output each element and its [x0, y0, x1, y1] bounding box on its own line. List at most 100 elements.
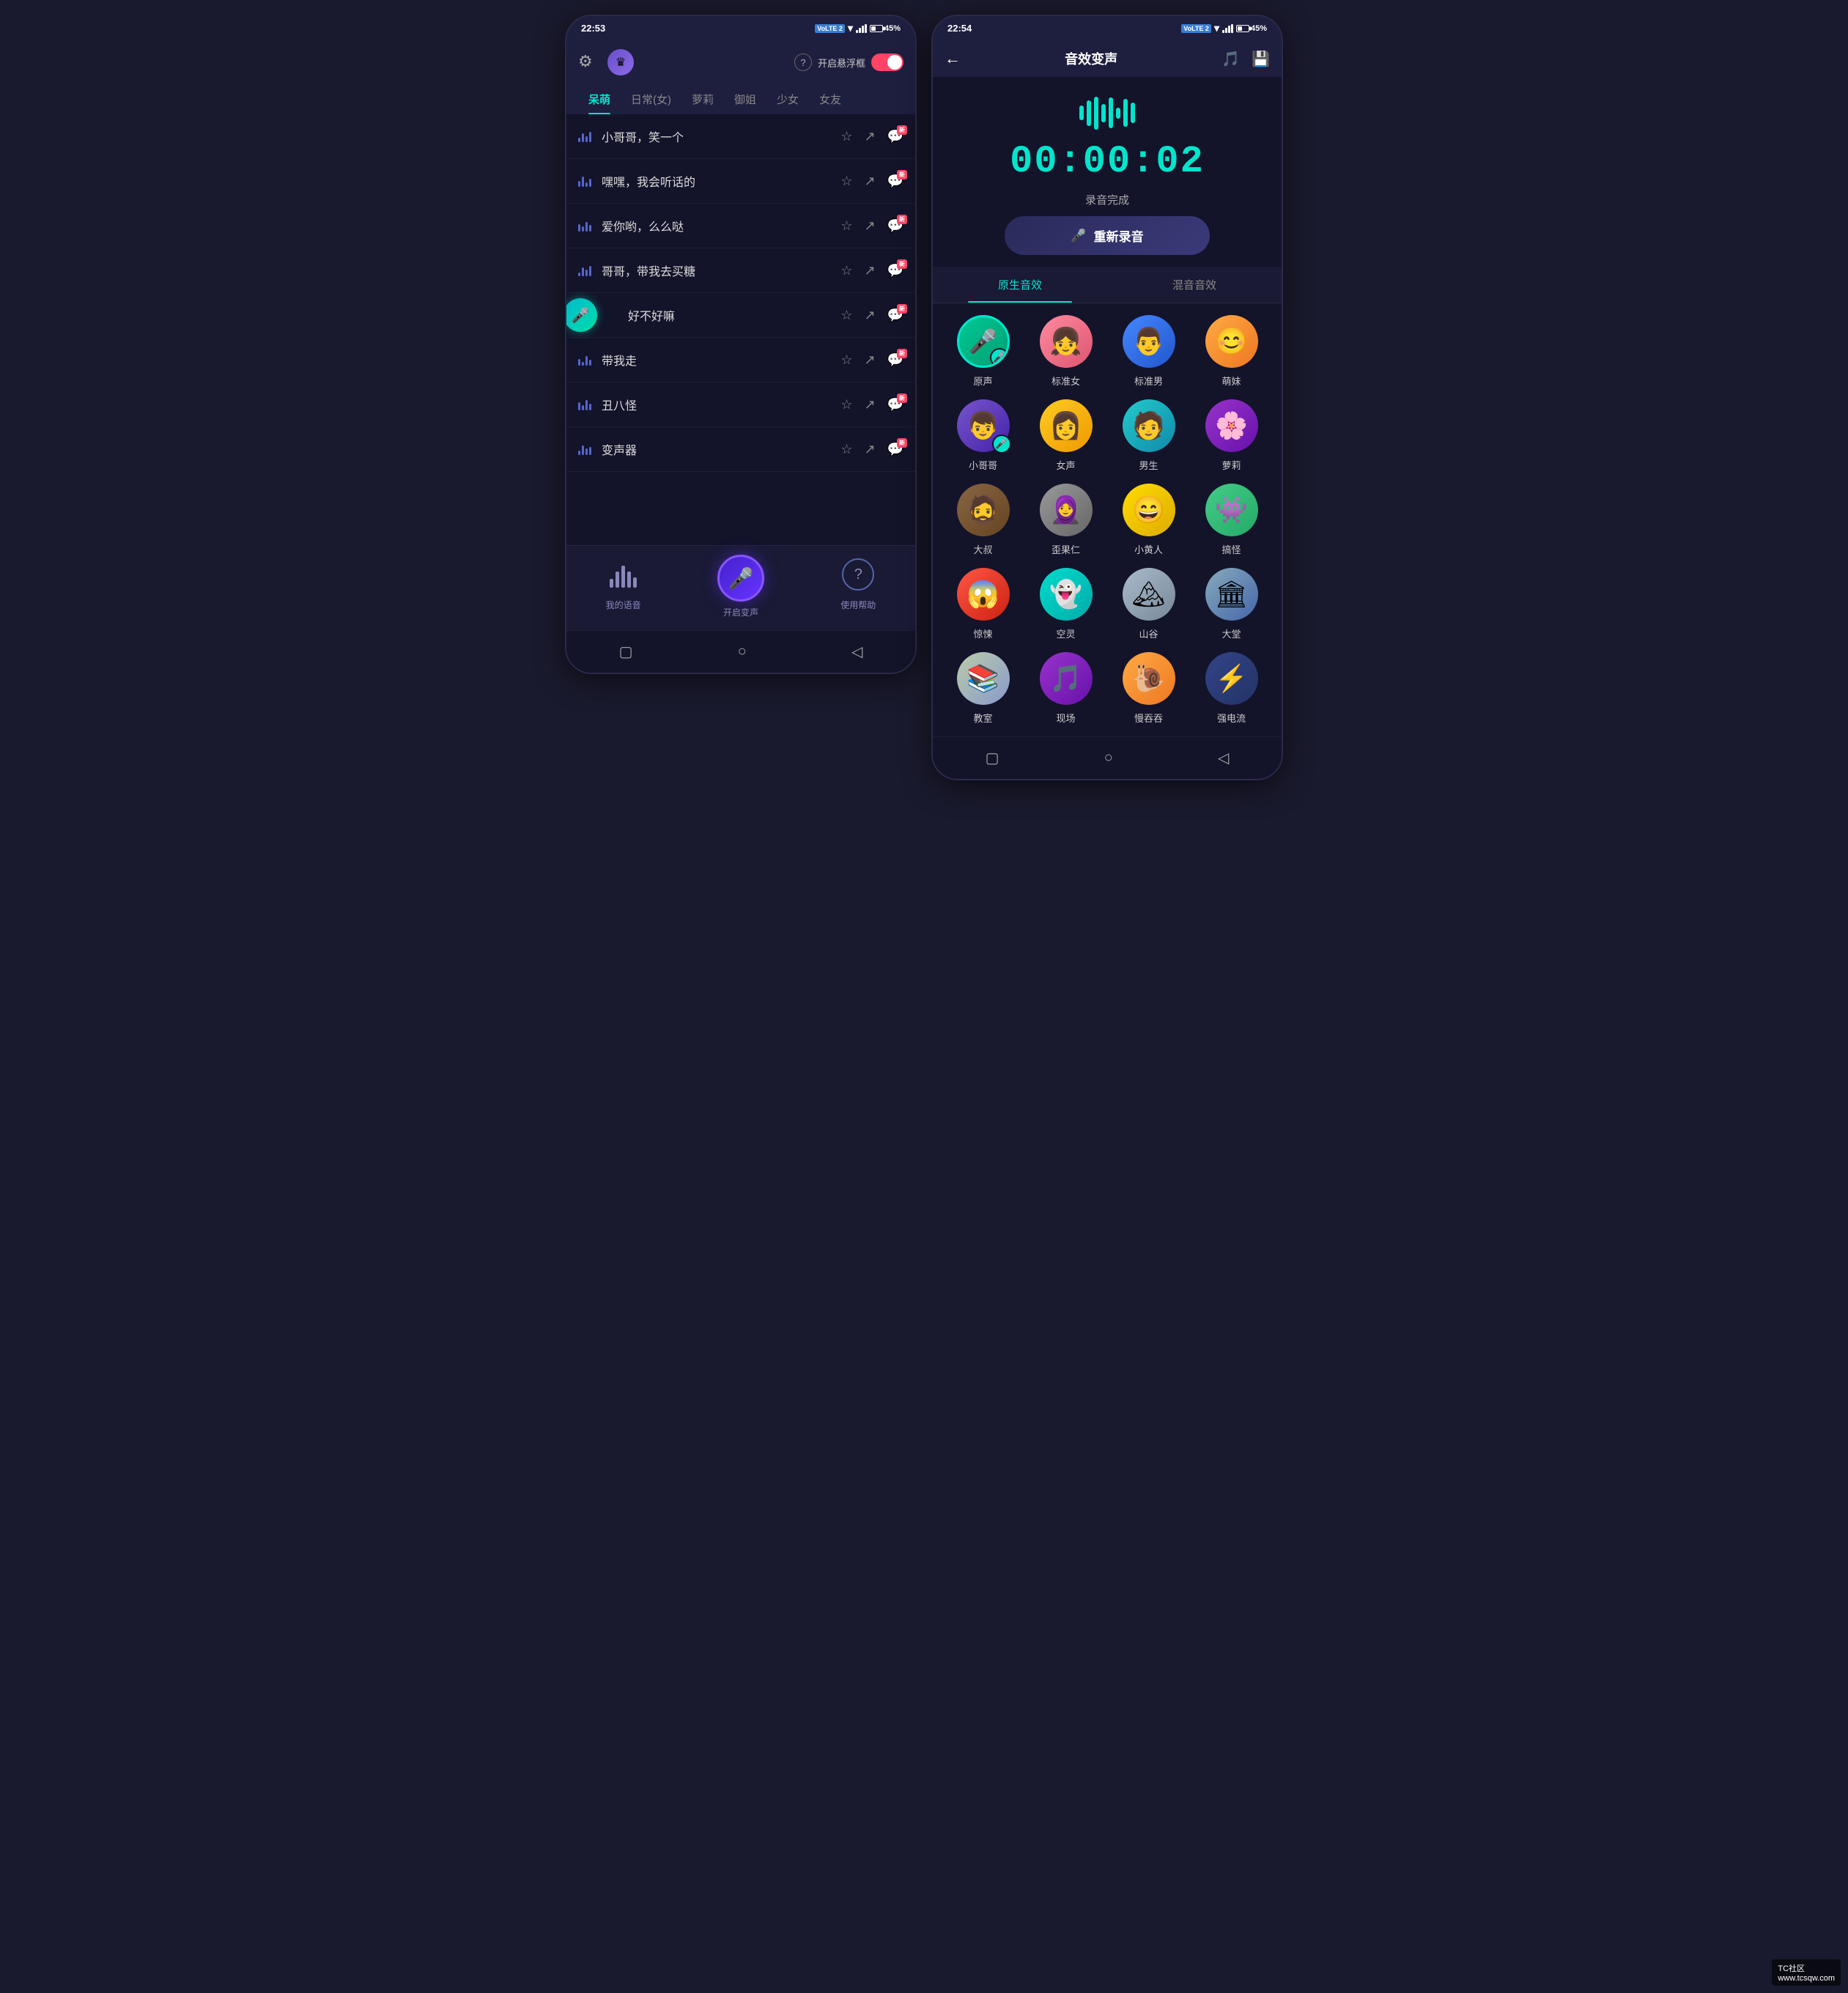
right-nav-back[interactable]: ◁: [1203, 746, 1243, 770]
share-icon-6[interactable]: ↗: [864, 397, 875, 413]
chat-wrap-1[interactable]: 💬 新: [887, 174, 903, 189]
effect-kongling[interactable]: 👻 空灵: [1027, 568, 1104, 640]
new-badge-7: 新: [897, 438, 907, 448]
share-icon-0[interactable]: ↗: [864, 129, 875, 144]
effect-qiangdianliu[interactable]: ⚡ 强电流: [1193, 652, 1270, 725]
nav-start-change[interactable]: 🎤 开启变声: [717, 555, 764, 618]
tab-mixed-effect[interactable]: 混音音效: [1107, 267, 1282, 303]
effect-xiaogege[interactable]: 👦 🎤 小哥哥: [945, 399, 1021, 472]
star-icon-0[interactable]: ☆: [840, 129, 852, 144]
chat-wrap-7[interactable]: 💬 新: [887, 442, 903, 457]
share-icon-3[interactable]: ↗: [864, 263, 875, 278]
selected-mic-ring: 🎤: [990, 348, 1009, 367]
nav-circle[interactable]: ○: [723, 640, 761, 663]
new-badge-2: 新: [897, 215, 907, 224]
star-icon-6[interactable]: ☆: [840, 397, 852, 413]
effect-yuansheng[interactable]: 🎤 🎤 原声: [945, 315, 1021, 388]
voice-item-1[interactable]: 嘿嘿，我会听话的 ☆ ↗ 💬 新: [566, 159, 915, 204]
re-record-button[interactable]: 🎤 重新录音: [1005, 216, 1210, 255]
back-button[interactable]: ←: [945, 49, 961, 68]
effect-mengmei[interactable]: 😊 萌妹: [1193, 315, 1270, 388]
chat-wrap-5[interactable]: 💬 新: [887, 352, 903, 368]
voice-item-3[interactable]: 哥哥，带我去买糖 ☆ ↗ 💬 新: [566, 248, 915, 293]
effect-label-qiangdianliu: 强电流: [1217, 711, 1246, 725]
effect-label-xianchang: 现场: [1056, 711, 1075, 725]
share-icon-4[interactable]: ↗: [864, 308, 875, 323]
effect-nvsheng[interactable]: 👩 女声: [1027, 399, 1104, 472]
nav-wave-icon: [604, 555, 643, 594]
voice-item-7[interactable]: 变声器 ☆ ↗ 💬 新: [566, 427, 915, 472]
effect-jingsong[interactable]: 😱 惊悚: [945, 568, 1021, 640]
right-status-bar: 22:54 VoLTE 2 ▾ 45%: [933, 16, 1282, 40]
nav-help[interactable]: ? 使用帮助: [838, 555, 878, 618]
right-nav-square[interactable]: ▢: [971, 746, 1014, 770]
effect-biaozhunnan[interactable]: 👨 标准男: [1110, 315, 1187, 388]
settings-icon[interactable]: ⚙: [578, 52, 599, 73]
effect-jiaoshi[interactable]: 📚 教室: [945, 652, 1021, 725]
active-mic-ring: 🎤: [992, 435, 1011, 454]
share-icon-7[interactable]: ↗: [864, 442, 875, 457]
wifi-icon: ▾: [848, 22, 853, 34]
help-icon[interactable]: ?: [794, 53, 812, 71]
star-icon-3[interactable]: ☆: [840, 263, 852, 278]
effect-avatar-nansheng: 🧑: [1123, 399, 1175, 452]
star-icon-2[interactable]: ☆: [840, 218, 852, 234]
star-icon-1[interactable]: ☆: [840, 174, 852, 189]
share-icon-2[interactable]: ↗: [864, 218, 875, 234]
tab-daomeng[interactable]: 呆萌: [578, 84, 621, 114]
effect-xiaohuangren[interactable]: 😄 小黄人: [1110, 484, 1187, 556]
voice-list: 小哥哥，笑一个 ☆ ↗ 💬 新 嘿嘿，我会听话的 ☆ ↗: [566, 114, 915, 545]
effect-avatar-yuansheng: 🎤 🎤: [957, 315, 1010, 368]
star-icon-4[interactable]: ☆: [840, 308, 852, 323]
save-icon[interactable]: 💾: [1252, 50, 1270, 68]
effect-shangu[interactable]: 🏔 山谷: [1110, 568, 1187, 640]
effect-xianchang[interactable]: 🎵 现场: [1027, 652, 1104, 725]
voice-item-4[interactable]: 🎤 好不好嘛 ☆ ↗ 💬 新: [566, 293, 915, 338]
share-icon-5[interactable]: ↗: [864, 352, 875, 368]
chat-wrap-3[interactable]: 💬 新: [887, 263, 903, 278]
float-toggle[interactable]: [871, 53, 903, 71]
tab-richang[interactable]: 日常(女): [621, 84, 681, 114]
tab-nvyou[interactable]: 女友: [809, 84, 851, 114]
nav-back[interactable]: ◁: [837, 640, 877, 664]
share-icon-1[interactable]: ↗: [864, 174, 875, 189]
right-nav-circle[interactable]: ○: [1090, 747, 1128, 769]
effect-avatar-mantuntun: 🐌: [1123, 652, 1175, 705]
voice-actions-2: ☆ ↗ 💬 新: [840, 218, 903, 234]
effect-datang[interactable]: 🏛 大堂: [1193, 568, 1270, 640]
voice-name-0: 小哥哥，笑一个: [602, 127, 832, 145]
effect-waiguoren[interactable]: 🧕 歪果仁: [1027, 484, 1104, 556]
effect-label-shangu: 山谷: [1139, 626, 1158, 640]
tab-yujie[interactable]: 御姐: [724, 84, 766, 114]
effect-avatar-jingsong: 😱: [957, 568, 1010, 621]
nav-start-label: 开启变声: [723, 606, 758, 618]
effect-avatar-datang: 🏛: [1205, 568, 1258, 621]
effect-biaozhunv[interactable]: 👧 标准女: [1027, 315, 1104, 388]
nav-my-voice[interactable]: 我的语音: [604, 555, 643, 618]
effect-avatar-waiguoren: 🧕: [1040, 484, 1093, 536]
effect-mantuntun[interactable]: 🐌 慢吞吞: [1110, 652, 1187, 725]
equalizer-icon[interactable]: 🎵: [1221, 50, 1240, 68]
float-mic-button[interactable]: 🎤: [566, 298, 597, 332]
effect-gaoguai[interactable]: 👾 搞怪: [1193, 484, 1270, 556]
star-icon-5[interactable]: ☆: [840, 352, 852, 368]
chat-wrap-4[interactable]: 💬 新: [887, 308, 903, 323]
effect-label-xiaohuangren: 小黄人: [1134, 542, 1163, 556]
chat-wrap-6[interactable]: 💬 新: [887, 397, 903, 413]
effect-nansheng[interactable]: 🧑 男生: [1110, 399, 1187, 472]
voice-item-5[interactable]: 带我走 ☆ ↗ 💬 新: [566, 338, 915, 382]
effect-luoli[interactable]: 🌸 萝莉: [1193, 399, 1270, 472]
voice-item-2[interactable]: 爱你哟，么么哒 ☆ ↗ 💬 新: [566, 204, 915, 248]
voice-item-0[interactable]: 小哥哥，笑一个 ☆ ↗ 💬 新: [566, 114, 915, 159]
chat-wrap-0[interactable]: 💬 新: [887, 129, 903, 144]
right-phone: 22:54 VoLTE 2 ▾ 45% ← 音效变声 🎵 💾: [931, 15, 1283, 780]
crown-icon[interactable]: ♛: [607, 49, 634, 75]
tab-luoli[interactable]: 萝莉: [681, 84, 724, 114]
nav-square[interactable]: ▢: [605, 640, 648, 664]
effect-dashu[interactable]: 🧔 大叔: [945, 484, 1021, 556]
star-icon-7[interactable]: ☆: [840, 442, 852, 457]
tab-native-effect[interactable]: 原生音效: [933, 267, 1107, 303]
chat-wrap-2[interactable]: 💬 新: [887, 218, 903, 234]
tab-shaonv[interactable]: 少女: [766, 84, 809, 114]
voice-item-6[interactable]: 丑八怪 ☆ ↗ 💬 新: [566, 382, 915, 427]
